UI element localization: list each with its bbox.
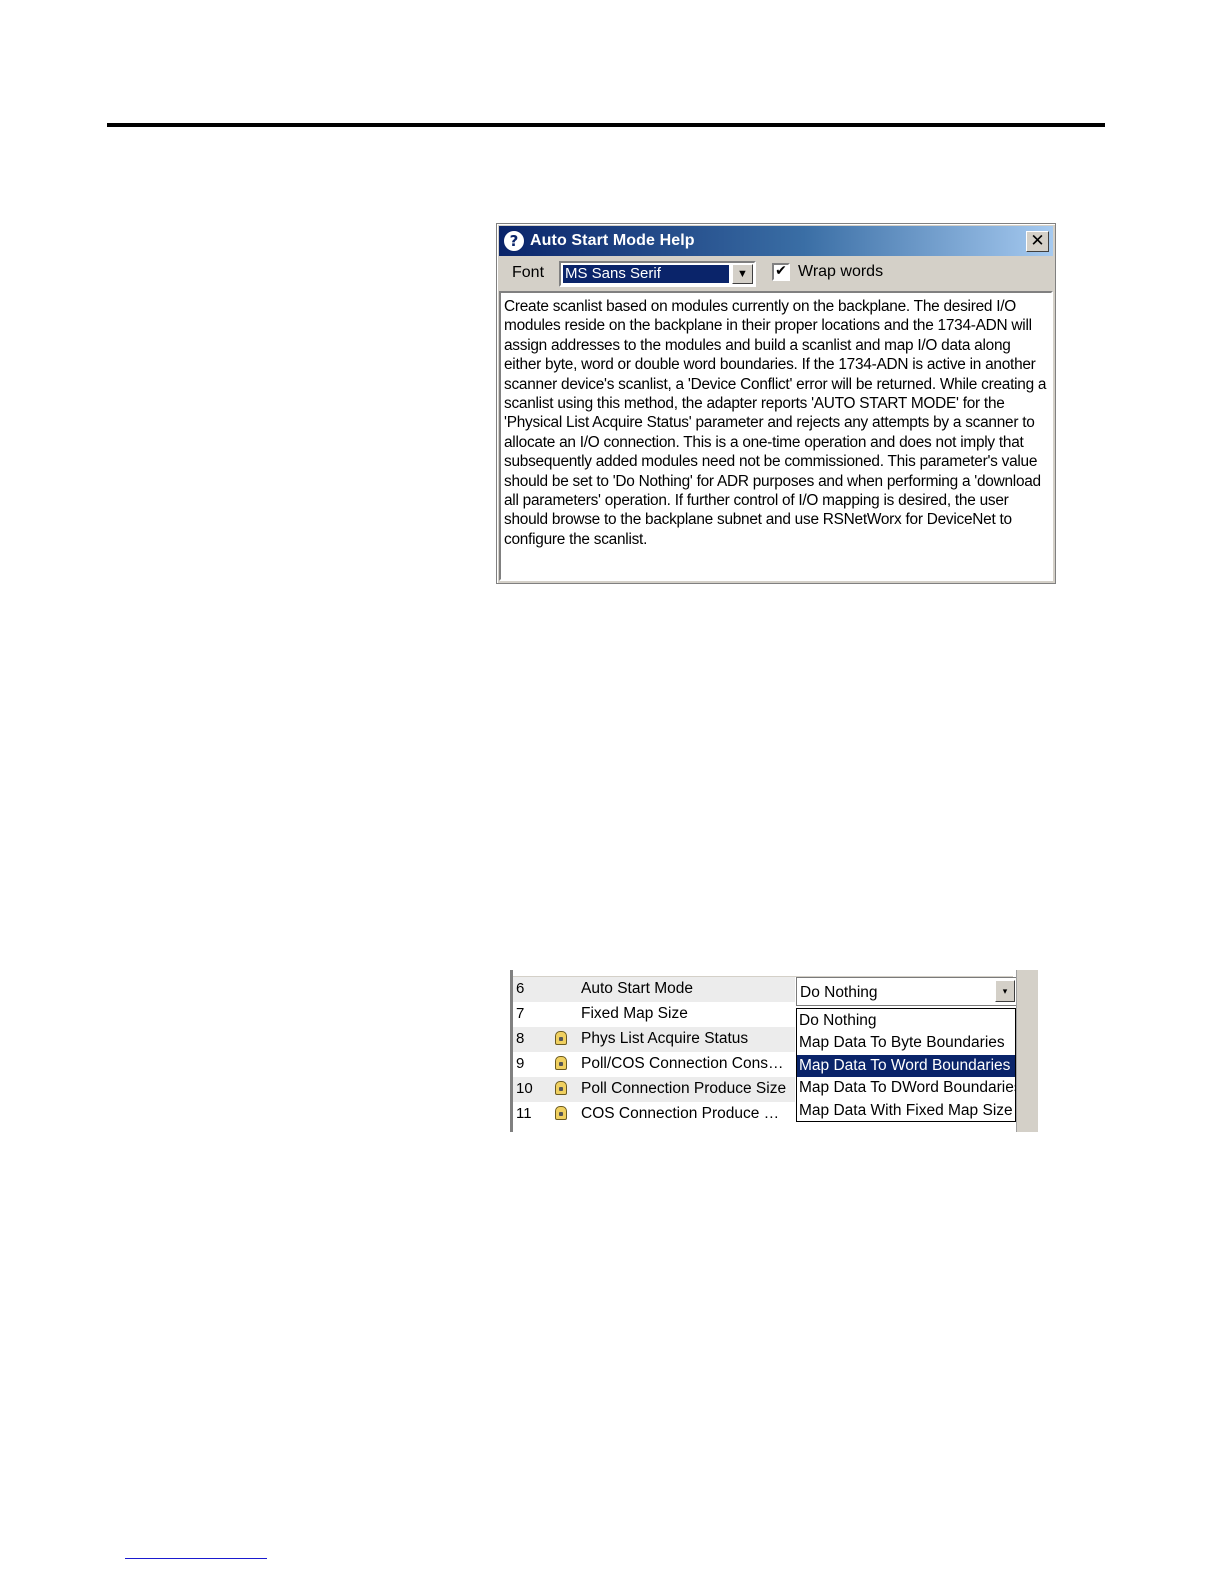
table-row[interactable]: 7 Fixed Map Size: [513, 1002, 795, 1027]
row-number: 11: [516, 1105, 532, 1122]
chevron-down-icon[interactable]: ▼: [732, 264, 753, 284]
row-parameter-name: Poll Connection Produce Size: [581, 1080, 787, 1097]
lock-icon: [555, 1031, 567, 1045]
row-parameter-name: Phys List Acquire Status: [581, 1030, 749, 1047]
wrap-words-label[interactable]: Wrap words: [798, 263, 883, 281]
scrollbar[interactable]: [1016, 970, 1038, 1132]
help-window-title: Auto Start Mode Help: [530, 232, 695, 249]
close-button[interactable]: ✕: [1026, 231, 1049, 252]
footer-link-rule: [125, 1558, 267, 1559]
help-question-icon: ?: [503, 230, 525, 252]
chevron-down-icon[interactable]: ▾: [995, 980, 1015, 1002]
table-row[interactable]: 10 Poll Connection Produce Size: [513, 1077, 795, 1102]
parameter-grid: 6 Auto Start Mode 7 Fixed Map Size 8 Phy…: [510, 970, 1038, 1132]
help-body-text: Create scanlist based on modules current…: [499, 291, 1053, 581]
current-value: Do Nothing: [800, 984, 878, 1001]
page-header-rule: [107, 123, 1105, 127]
table-row[interactable]: 8 Phys List Acquire Status: [513, 1027, 795, 1052]
font-label: Font: [512, 264, 545, 281]
grid-row-partial: [513, 970, 1013, 977]
dropdown-option[interactable]: Map Data To DWord Boundaries: [797, 1077, 1015, 1099]
lock-icon: [555, 1106, 567, 1120]
font-select[interactable]: MS Sans Serif ▼: [559, 261, 756, 287]
lock-icon: [555, 1081, 567, 1095]
auto-start-mode-value-select[interactable]: Do Nothing ▾: [796, 977, 1018, 1006]
row-number: 6: [516, 980, 525, 997]
table-row[interactable]: 6 Auto Start Mode: [513, 977, 795, 1002]
dropdown-option[interactable]: Do Nothing: [797, 1010, 1015, 1032]
row-parameter-name: COS Connection Produce …: [581, 1105, 780, 1122]
dropdown-option[interactable]: Map Data With Fixed Map Size: [797, 1100, 1015, 1122]
help-titlebar[interactable]: ? Auto Start Mode Help ✕: [499, 226, 1053, 256]
table-row[interactable]: 9 Poll/COS Connection Cons…: [513, 1052, 795, 1077]
row-number: 9: [516, 1055, 525, 1072]
table-row[interactable]: 11 COS Connection Produce …: [513, 1102, 795, 1127]
dropdown-option[interactable]: Map Data To Byte Boundaries: [797, 1032, 1015, 1054]
auto-start-mode-options-list: Do Nothing Map Data To Byte Boundaries M…: [796, 1008, 1016, 1122]
row-parameter-name: Poll/COS Connection Cons…: [581, 1055, 784, 1072]
row-number: 7: [516, 1005, 525, 1022]
auto-start-mode-help-window: ? Auto Start Mode Help ✕ Font MS Sans Se…: [496, 223, 1056, 584]
lock-icon: [555, 1056, 567, 1070]
help-toolbar: Font MS Sans Serif ▼ ✔ Wrap words: [499, 257, 1053, 291]
dropdown-option-selected[interactable]: Map Data To Word Boundaries: [797, 1054, 1015, 1078]
row-parameter-name: Fixed Map Size: [581, 1005, 688, 1022]
row-number: 8: [516, 1030, 525, 1047]
wrap-words-checkbox[interactable]: ✔: [772, 263, 790, 281]
row-number: 10: [516, 1080, 533, 1097]
font-select-value: MS Sans Serif: [563, 265, 729, 283]
row-parameter-name: Auto Start Mode: [581, 980, 694, 997]
